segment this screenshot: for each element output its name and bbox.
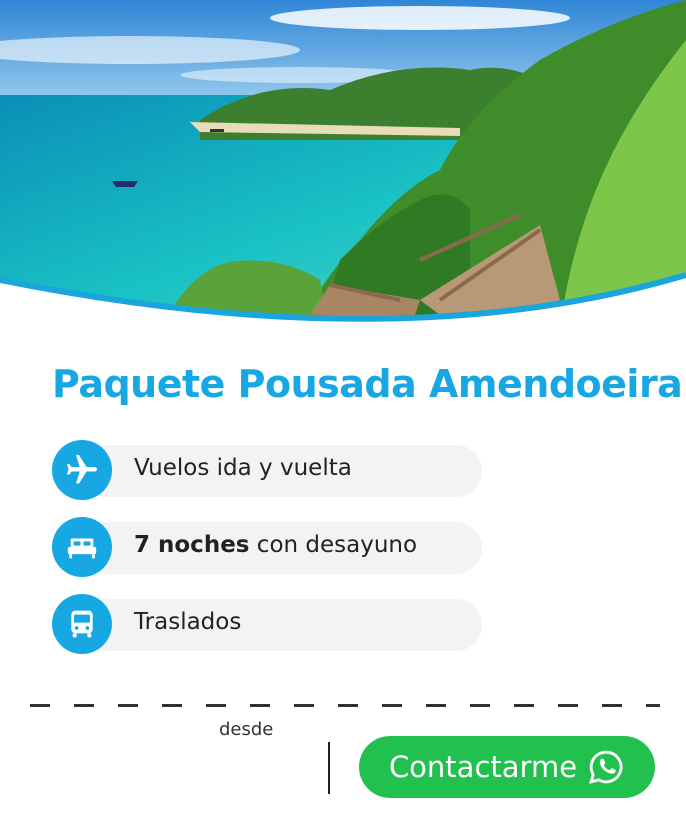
vertical-divider <box>328 742 330 794</box>
feature-nights: 7 noches con desayuno <box>52 517 482 577</box>
contact-button-label: Contactarme <box>388 750 578 784</box>
hero-beach-image <box>0 0 686 330</box>
dashed-divider <box>30 704 660 707</box>
package-title: Paquete Pousada Amendoeira <box>52 362 683 406</box>
feature-label-rest: con desayuno <box>249 532 418 558</box>
bed-icon <box>52 517 112 577</box>
contact-button[interactable]: Contactarme <box>359 736 655 798</box>
feature-label: Traslados <box>134 609 242 635</box>
feature-label: 7 noches con desayuno <box>134 532 417 558</box>
price-prefix: desde <box>219 719 274 740</box>
feature-flights: Vuelos ida y vuelta <box>52 440 482 500</box>
airplane-icon <box>52 440 112 500</box>
feature-transfers: Traslados <box>52 594 482 654</box>
feature-label-bold: 7 noches <box>134 532 250 558</box>
whatsapp-icon <box>589 750 623 784</box>
feature-label: Vuelos ida y vuelta <box>134 455 352 481</box>
bus-icon <box>52 594 112 654</box>
